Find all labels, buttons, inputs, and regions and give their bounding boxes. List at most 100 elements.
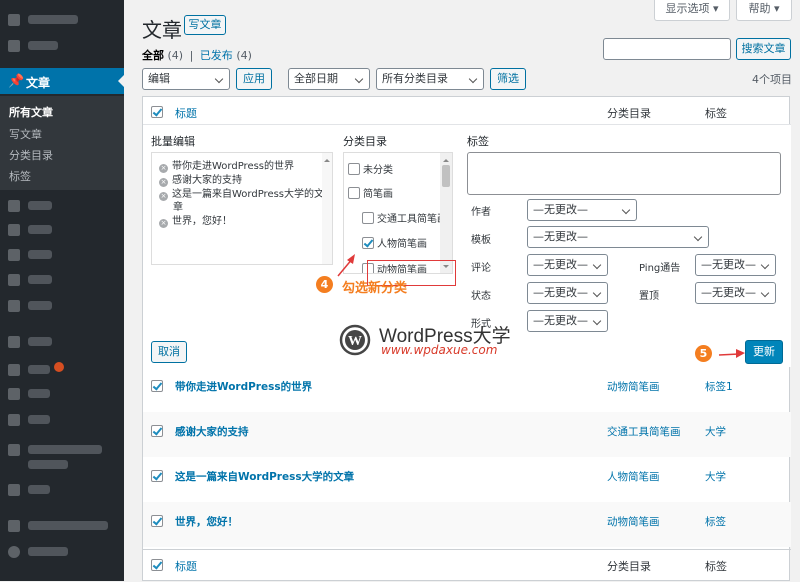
- category-option[interactable]: 简笔画: [348, 185, 393, 200]
- sidebar-item-blurred[interactable]: [0, 516, 124, 536]
- row-tag-link[interactable]: 标签: [705, 514, 726, 529]
- search-posts-button[interactable]: 搜索文章: [736, 38, 791, 60]
- row-title-link[interactable]: 带你走进WordPress的世界: [175, 379, 312, 394]
- row-category-link[interactable]: 动物简笔画: [607, 514, 660, 529]
- scroll-thumb[interactable]: [442, 165, 450, 187]
- bulk-title-item-wrap: 章: [173, 202, 183, 213]
- categories-scrollbar[interactable]: [440, 153, 452, 273]
- sidebar-item-blurred[interactable]: [0, 360, 124, 380]
- row-title-link[interactable]: 这是一篇来自WordPress大学的文章: [175, 469, 354, 484]
- category-option[interactable]: 人物简笔画: [362, 235, 427, 250]
- row-title-link[interactable]: 世界，您好！: [175, 514, 238, 529]
- filter-button[interactable]: 筛选: [490, 68, 526, 90]
- row-category-link[interactable]: 人物简笔画: [607, 469, 660, 484]
- row-checkbox[interactable]: [151, 425, 163, 437]
- remove-icon[interactable]: ×: [159, 192, 168, 201]
- column-title-header[interactable]: 标题: [175, 105, 197, 121]
- ping-label: Ping通告: [639, 263, 681, 274]
- author-select[interactable]: —无更改—: [527, 199, 637, 221]
- submenu-add-new[interactable]: 写文章: [9, 126, 42, 142]
- row-category-link[interactable]: 交通工具简笔画: [607, 424, 681, 439]
- step-4-badge: 4: [316, 276, 333, 293]
- cancel-button[interactable]: 取消: [151, 341, 187, 363]
- row-checkbox[interactable]: [151, 470, 163, 482]
- table-footer: 标题 分类目录 标签: [143, 549, 791, 582]
- row-title-link[interactable]: 感谢大家的支持: [175, 424, 249, 439]
- filter-all[interactable]: 全部: [142, 49, 164, 62]
- tags-textarea[interactable]: [467, 152, 781, 195]
- sidebar-item-blurred[interactable]: [0, 332, 124, 352]
- sidebar-item-blurred[interactable]: [0, 384, 124, 404]
- sticky-label: 置顶: [639, 291, 659, 302]
- status-select[interactable]: —无更改—: [527, 282, 608, 304]
- category-option[interactable]: 交通工具简笔画: [362, 210, 447, 225]
- row-checkbox[interactable]: [151, 380, 163, 392]
- select-all-checkbox-footer[interactable]: [151, 559, 163, 571]
- column-title-footer[interactable]: 标题: [175, 558, 197, 574]
- sticky-select[interactable]: —无更改—: [695, 282, 776, 304]
- posts-table: 标题 分类目录 标签 批量编辑 × 带你走进WordPress的世界 × 感谢大家的…: [142, 96, 791, 582]
- category-option[interactable]: 未分类: [348, 161, 393, 176]
- add-new-button[interactable]: 写文章: [184, 15, 226, 35]
- filter-published[interactable]: 已发布: [200, 49, 233, 62]
- search-input[interactable]: [603, 38, 731, 60]
- update-badge: [54, 362, 64, 372]
- menu-icon: [8, 40, 20, 52]
- help-button[interactable]: 帮助 ▾: [736, 0, 792, 21]
- sidebar-item-blurred[interactable]: [0, 270, 124, 290]
- watermark-url: www.wpdaxue.com: [381, 343, 498, 357]
- category-checkbox-checked[interactable]: [362, 237, 374, 249]
- bulk-action-select[interactable]: 编辑: [142, 68, 230, 90]
- date-filter-select[interactable]: 全部日期: [288, 68, 370, 90]
- submenu-categories[interactable]: 分类目录: [9, 147, 53, 163]
- titles-scrollbar[interactable]: [322, 153, 332, 264]
- template-select[interactable]: —无更改—: [527, 226, 709, 248]
- page-title: 文章: [142, 18, 182, 42]
- sidebar-item-blurred[interactable]: [0, 10, 124, 30]
- ping-select[interactable]: —无更改—: [695, 254, 776, 276]
- row-tag-link[interactable]: 标签1: [705, 379, 733, 394]
- arrow-icon: [718, 349, 745, 358]
- column-tags-footer: 标签: [705, 560, 727, 573]
- submenu-all-posts[interactable]: 所有文章: [9, 104, 53, 120]
- sidebar-item-blurred[interactable]: [0, 410, 124, 430]
- remove-icon[interactable]: ×: [159, 219, 168, 228]
- collapse-menu[interactable]: [0, 542, 124, 562]
- category-checkbox[interactable]: [362, 212, 374, 224]
- status-filter-links: 全部 (4) | 已发布 (4): [142, 49, 252, 62]
- table-row: 世界，您好！ 动物简笔画 标签: [143, 502, 791, 547]
- wordpress-logo-icon: W: [339, 324, 371, 356]
- sidebar-item-blurred[interactable]: [0, 196, 124, 216]
- sidebar-item-blurred[interactable]: [0, 480, 124, 500]
- table-row: 这是一篇来自WordPress大学的文章 人物简笔画 大学: [143, 457, 791, 502]
- row-tag-link[interactable]: 大学: [705, 424, 726, 439]
- column-category-header: 分类目录: [607, 107, 651, 120]
- select-all-checkbox[interactable]: [151, 106, 163, 118]
- screen-options-button[interactable]: 显示选项 ▾: [654, 0, 730, 21]
- row-tag-link[interactable]: 大学: [705, 469, 726, 484]
- sidebar-submenu: 所有文章 写文章 分类目录 标签: [0, 96, 124, 190]
- categories-legend: 分类目录: [343, 135, 387, 148]
- submenu-tags[interactable]: 标签: [9, 168, 31, 184]
- menu-icon: [8, 14, 20, 26]
- update-button[interactable]: 更新: [745, 340, 783, 364]
- apply-button[interactable]: 应用: [236, 68, 272, 90]
- category-filter-select[interactable]: 所有分类目录: [376, 68, 484, 90]
- format-select[interactable]: —无更改—: [527, 310, 608, 332]
- pin-icon: 📌: [8, 74, 25, 89]
- sidebar-item-posts[interactable]: 📌 文章: [0, 68, 124, 94]
- bulk-title-item[interactable]: × 这是一篇来自WordPress大学的文: [159, 185, 324, 201]
- row-category-link[interactable]: 动物简笔画: [607, 379, 660, 394]
- column-category-footer: 分类目录: [607, 560, 651, 573]
- bulk-title-item[interactable]: × 世界，您好！: [159, 212, 232, 228]
- category-checkbox[interactable]: [348, 163, 360, 175]
- sidebar-item-blurred[interactable]: [0, 220, 124, 240]
- sidebar-item-blurred[interactable]: [0, 296, 124, 316]
- sidebar-item-label: 文章: [26, 76, 51, 90]
- bulk-edit-legend: 批量编辑: [151, 135, 195, 148]
- row-checkbox[interactable]: [151, 515, 163, 527]
- category-checkbox[interactable]: [348, 187, 360, 199]
- sidebar-item-blurred[interactable]: [0, 245, 124, 265]
- comments-select[interactable]: —无更改—: [527, 254, 608, 276]
- sidebar-item-blurred[interactable]: [0, 36, 124, 56]
